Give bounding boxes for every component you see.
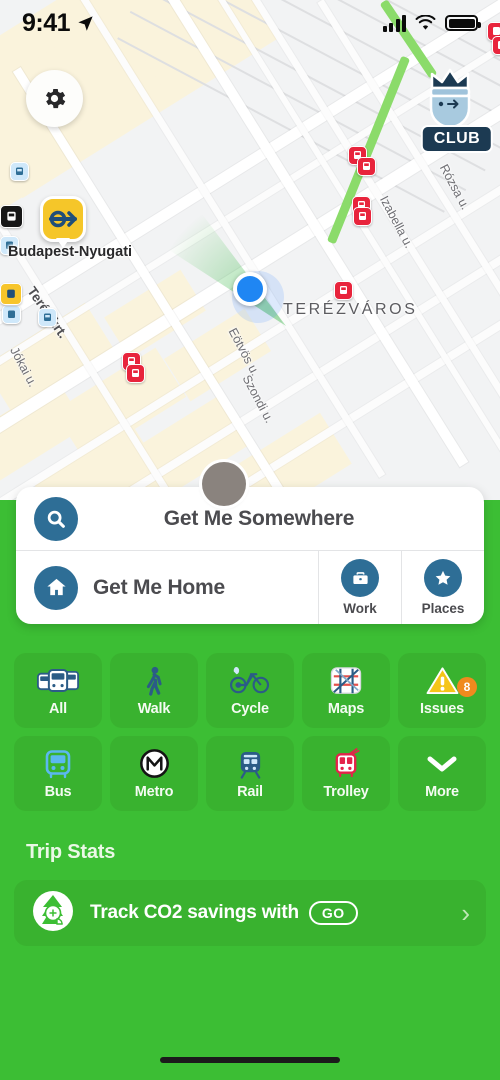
briefcase-icon <box>341 559 379 597</box>
search-card-actions: Get Me Home Work Places <box>16 551 484 624</box>
tram-marker[interactable] <box>353 207 372 226</box>
train-icon <box>237 748 264 780</box>
mode-tile-all[interactable]: All <box>14 653 102 728</box>
location-arrow-icon <box>78 15 93 31</box>
co2-savings-card[interactable]: Track CO2 savings with GO › <box>14 880 486 946</box>
mode-tile-cycle[interactable]: Cycle <box>206 653 294 728</box>
co2-leaf-icon <box>30 888 76 939</box>
go-chip: GO <box>308 901 358 925</box>
mode-tile-maps[interactable]: Maps <box>302 653 390 728</box>
all-transit-icon <box>37 665 79 697</box>
mode-tile-issues-label: Issues <box>420 700 464 717</box>
transit-map-icon <box>330 665 362 697</box>
mode-tile-more[interactable]: More <box>398 736 486 811</box>
mode-tile-rail-label: Rail <box>237 783 263 800</box>
tram-marker[interactable] <box>357 157 376 176</box>
get-me-home-button[interactable]: Get Me Home <box>16 551 318 624</box>
bus-marker-dark[interactable] <box>0 205 23 228</box>
map-canvas[interactable]: TERÉZVÁROS Rózsa u. Izabella u. Eötvös u… <box>0 0 500 500</box>
bus-marker[interactable] <box>10 162 29 181</box>
train-station-icon <box>49 210 77 228</box>
issues-badge: 8 <box>457 677 477 697</box>
transit-marker-yellow[interactable] <box>0 283 22 305</box>
tram-marker[interactable] <box>126 364 145 383</box>
station-label: Budapest-Nyugati <box>8 244 133 260</box>
status-bar: 9:41 <box>0 0 500 46</box>
tram-marker[interactable] <box>334 281 353 300</box>
get-me-home-label: Get Me Home <box>93 575 225 599</box>
mode-tile-metro[interactable]: Metro <box>110 736 198 811</box>
status-indicators <box>382 14 481 32</box>
club-badge[interactable]: CLUB <box>418 62 496 153</box>
warning-triangle-icon <box>426 665 459 697</box>
star-icon <box>424 559 462 597</box>
mode-tile-walk[interactable]: Walk <box>110 653 198 728</box>
quick-action-places-label: Places <box>421 601 465 616</box>
district-label: TERÉZVÁROS <box>283 301 418 318</box>
chevron-down-icon <box>426 748 458 780</box>
trolleybus-icon <box>332 748 360 780</box>
co2-label: Track CO2 savings with <box>90 902 299 923</box>
status-time-group: 9:41 <box>22 9 95 38</box>
mode-tile-cycle-label: Cycle <box>231 700 269 717</box>
search-icon <box>34 496 78 541</box>
avatar[interactable] <box>202 462 246 506</box>
transport-mode-grid: All Walk Cycle Maps 8 Issues Bus Metro R… <box>14 653 486 811</box>
battery-full-icon <box>445 15 481 31</box>
status-time: 9:41 <box>22 8 71 37</box>
mode-tile-trolley[interactable]: Trolley <box>302 736 390 811</box>
gear-icon <box>45 88 66 109</box>
get-me-somewhere-button[interactable]: Get Me Somewhere <box>16 487 484 550</box>
quick-action-work[interactable]: Work <box>318 551 401 624</box>
mode-tile-bus[interactable]: Bus <box>14 736 102 811</box>
mode-tile-rail[interactable]: Rail <box>206 736 294 811</box>
walking-person-icon <box>142 665 166 697</box>
home-indicator <box>160 1057 340 1063</box>
mode-tile-maps-label: Maps <box>327 700 365 717</box>
mode-tile-issues[interactable]: 8 Issues <box>398 653 486 728</box>
mode-tile-bus-label: Bus <box>44 783 72 800</box>
quick-action-work-label: Work <box>343 601 377 616</box>
co2-card-text: Track CO2 savings with GO <box>90 901 447 925</box>
mode-tile-all-label: All <box>49 700 67 717</box>
trip-stats-title: Trip Stats <box>26 841 116 863</box>
map-settings-button[interactable] <box>26 70 83 127</box>
home-icon <box>34 565 78 610</box>
user-location-dot[interactable] <box>233 272 267 306</box>
bicycle-icon <box>229 665 271 697</box>
bus-icon <box>44 748 72 780</box>
club-label: CLUB <box>420 125 494 153</box>
station-marker-nyugati[interactable] <box>40 196 86 248</box>
bus-marker[interactable] <box>38 308 57 327</box>
quick-action-places[interactable]: Places <box>401 551 484 624</box>
bus-marker[interactable] <box>2 305 21 324</box>
metro-m-icon <box>139 748 170 780</box>
search-card: Get Me Somewhere Get Me Home Work Places <box>16 487 484 624</box>
get-me-somewhere-label: Get Me Somewhere <box>163 506 355 530</box>
chevron-right-icon: › <box>461 898 470 928</box>
mode-tile-walk-label: Walk <box>137 700 171 717</box>
mode-tile-more-label: More <box>425 783 459 800</box>
mode-tile-trolley-label: Trolley <box>323 783 369 800</box>
mode-tile-metro-label: Metro <box>134 783 174 800</box>
wifi-icon <box>415 15 436 30</box>
cellular-signal-icon <box>382 14 406 32</box>
